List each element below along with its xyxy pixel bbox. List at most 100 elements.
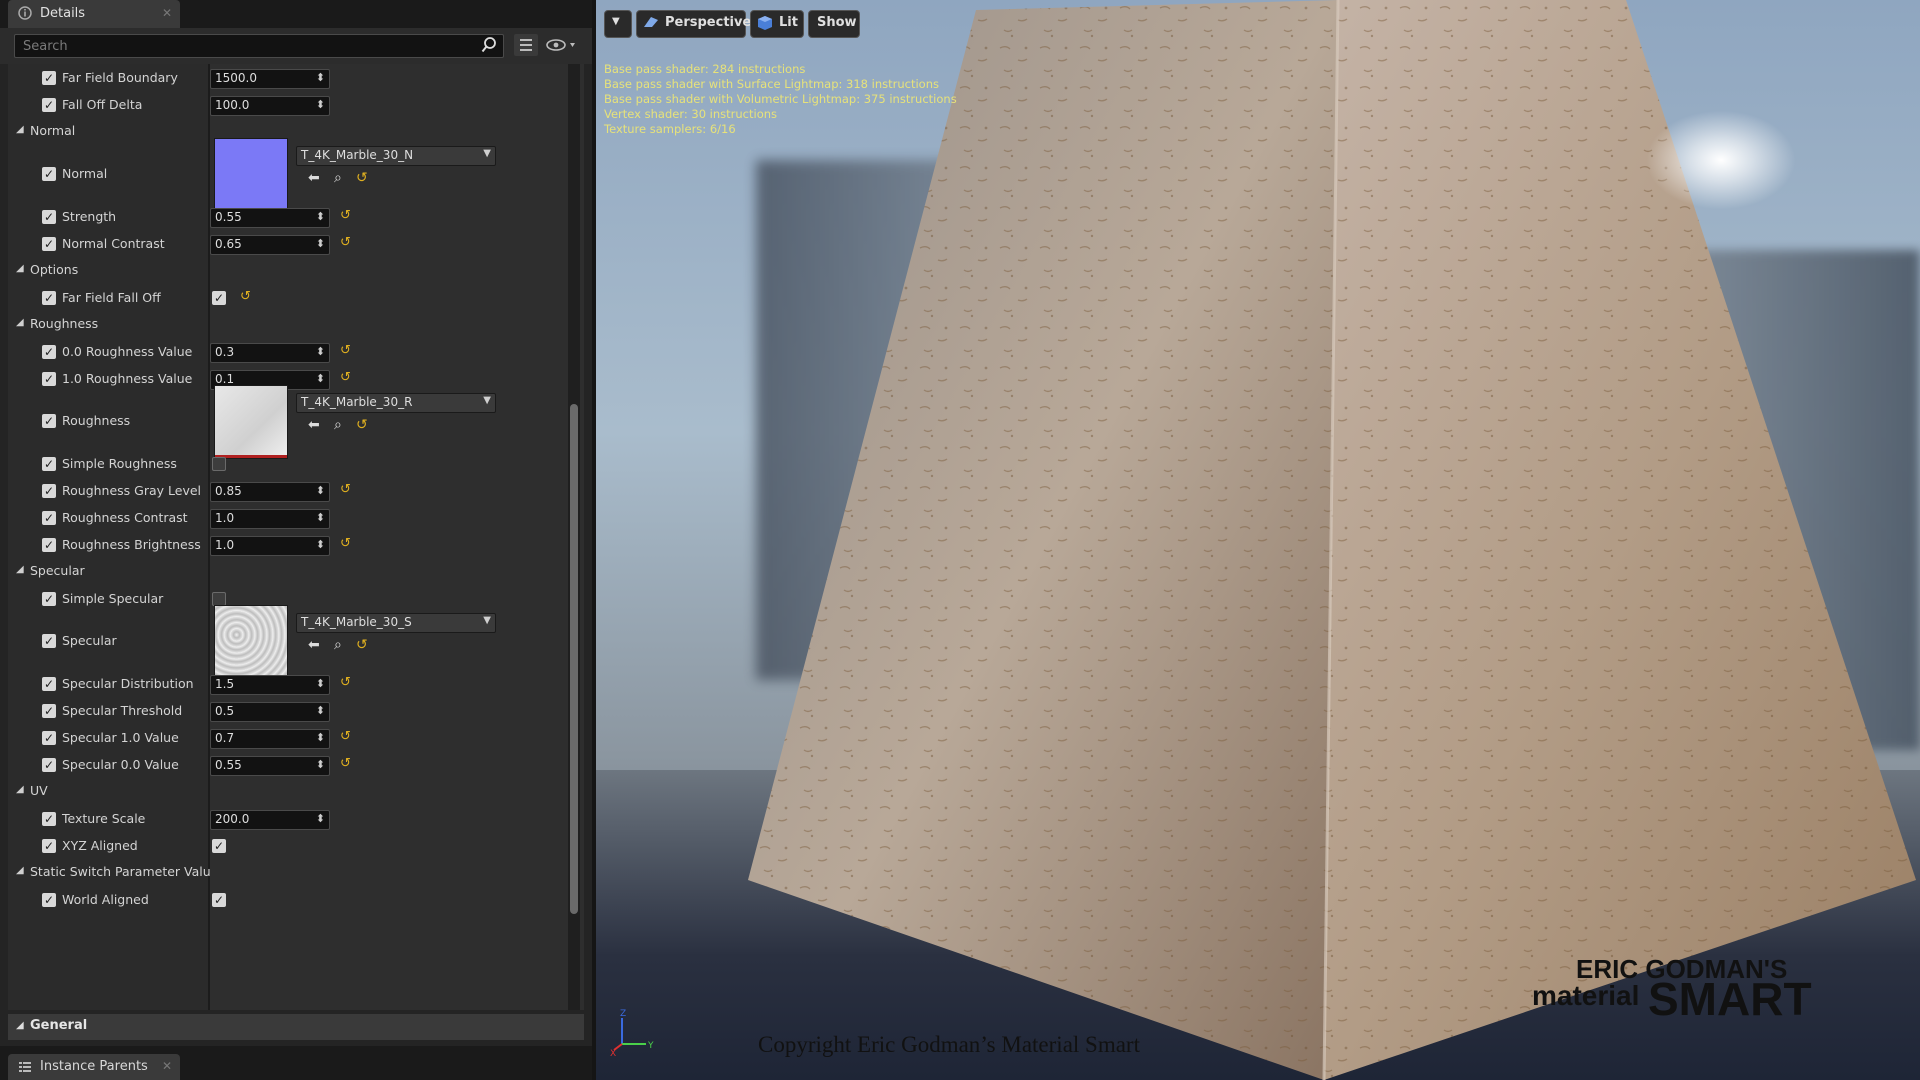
override-checkbox[interactable]: ✓ [42, 839, 56, 853]
override-checkbox[interactable]: ✓ [42, 677, 56, 691]
value-checkbox[interactable]: ✓ [212, 893, 226, 907]
override-checkbox[interactable]: ✓ [42, 511, 56, 525]
drag-handle-icon[interactable]: ⬍ [316, 98, 325, 111]
browse-search-icon[interactable]: ⌕ [334, 170, 342, 186]
collapse-arrow-icon[interactable]: ◢ [16, 124, 24, 135]
search-box[interactable] [14, 34, 504, 58]
lit-button[interactable]: Lit [750, 10, 804, 38]
override-checkbox[interactable]: ✓ [42, 291, 56, 305]
details-tab[interactable]: Details ✕ [8, 0, 180, 28]
value-checkbox[interactable]: ✓ [212, 839, 226, 853]
collapse-arrow-icon[interactable]: ◢ [16, 865, 24, 876]
use-selected-arrow-icon[interactable]: ⬅ [308, 170, 320, 186]
override-checkbox[interactable]: ✓ [42, 414, 56, 428]
drag-handle-icon[interactable]: ⬍ [316, 71, 325, 84]
show-button[interactable]: Show [808, 10, 860, 38]
texture-asset-picker[interactable]: T_4K_Marble_30_N ▼ [296, 146, 496, 166]
override-checkbox[interactable]: ✓ [42, 457, 56, 471]
drag-handle-icon[interactable]: ⬍ [316, 812, 325, 825]
category-roughness[interactable]: ◢ Roughness [8, 311, 566, 338]
reset-to-default-icon[interactable]: ↺ [356, 417, 368, 433]
override-checkbox[interactable]: ✓ [42, 210, 56, 224]
value-input[interactable]: 0.7 ⬍ [210, 729, 330, 749]
collapse-arrow-icon[interactable]: ◢ [16, 263, 24, 274]
override-checkbox[interactable]: ✓ [42, 345, 56, 359]
override-checkbox[interactable]: ✓ [42, 167, 56, 181]
texture-thumbnail[interactable] [214, 385, 288, 459]
browse-search-icon[interactable]: ⌕ [334, 637, 342, 653]
value-input[interactable]: 0.85 ⬍ [210, 482, 330, 502]
override-checkbox[interactable]: ✓ [42, 538, 56, 552]
reset-to-default-icon[interactable]: ↺ [240, 289, 251, 304]
reset-to-default-icon[interactable]: ↺ [340, 756, 351, 771]
reset-to-default-icon[interactable]: ↺ [340, 208, 351, 223]
override-checkbox[interactable]: ✓ [42, 237, 56, 251]
reset-to-default-icon[interactable]: ↺ [340, 370, 351, 385]
search-icon[interactable] [481, 36, 497, 54]
texture-thumbnail[interactable] [214, 605, 288, 679]
override-checkbox[interactable]: ✓ [42, 372, 56, 386]
value-input[interactable]: 0.55 ⬍ [210, 756, 330, 776]
drag-handle-icon[interactable]: ⬍ [316, 731, 325, 744]
viewport-options-button[interactable]: ▼ [604, 10, 632, 38]
drag-handle-icon[interactable]: ⬍ [316, 210, 325, 223]
collapse-arrow-icon[interactable]: ◢ [16, 317, 24, 328]
drag-handle-icon[interactable]: ⬍ [316, 538, 325, 551]
close-tab-icon[interactable]: ✕ [162, 1059, 172, 1073]
category-general[interactable]: ◢ General [8, 1014, 584, 1040]
view-options-button[interactable] [544, 36, 580, 54]
collapse-arrow-icon[interactable]: ◢ [16, 564, 24, 575]
value-input[interactable]: 100.0 ⬍ [210, 96, 330, 116]
category-specular[interactable]: ◢ Specular [8, 558, 566, 585]
value-input[interactable]: 0.5 ⬍ [210, 702, 330, 722]
value-input[interactable]: 200.0 ⬍ [210, 810, 330, 830]
texture-asset-picker[interactable]: T_4K_Marble_30_S ▼ [296, 613, 496, 633]
close-tab-icon[interactable]: ✕ [162, 6, 172, 20]
value-input[interactable]: 1.0 ⬍ [210, 536, 330, 556]
value-input[interactable]: 0.65 ⬍ [210, 235, 330, 255]
reset-to-default-icon[interactable]: ↺ [340, 729, 351, 744]
override-checkbox[interactable]: ✓ [42, 98, 56, 112]
value-input[interactable]: 1.0 ⬍ [210, 509, 330, 529]
value-input[interactable]: 1.5 ⬍ [210, 675, 330, 695]
texture-thumbnail[interactable] [214, 138, 288, 212]
override-checkbox[interactable]: ✓ [42, 893, 56, 907]
collapse-arrow-icon[interactable]: ◢ [16, 784, 24, 795]
drag-handle-icon[interactable]: ⬍ [316, 484, 325, 497]
drag-handle-icon[interactable]: ⬍ [316, 511, 325, 524]
drag-handle-icon[interactable]: ⬍ [316, 372, 325, 385]
category-static-switch-parameter-valu[interactable]: ◢ Static Switch Parameter Valu [8, 859, 566, 886]
value-checkbox[interactable] [212, 457, 226, 471]
value-input[interactable]: 0.3 ⬍ [210, 343, 330, 363]
value-checkbox[interactable] [212, 592, 226, 606]
drag-handle-icon[interactable]: ⬍ [316, 345, 325, 358]
override-checkbox[interactable]: ✓ [42, 592, 56, 606]
value-input[interactable]: 1500.0 ⬍ [210, 69, 330, 89]
category-options[interactable]: ◢ Options [8, 257, 566, 284]
drag-handle-icon[interactable]: ⬍ [316, 758, 325, 771]
level-viewport[interactable]: ▼ Perspective Lit Show Base pass shader:… [596, 0, 1920, 1080]
use-selected-arrow-icon[interactable]: ⬅ [308, 417, 320, 433]
drag-handle-icon[interactable]: ⬍ [316, 704, 325, 717]
texture-asset-picker[interactable]: T_4K_Marble_30_R ▼ [296, 393, 496, 413]
override-checkbox[interactable]: ✓ [42, 704, 56, 718]
override-checkbox[interactable]: ✓ [42, 71, 56, 85]
reset-to-default-icon[interactable]: ↺ [356, 170, 368, 186]
override-checkbox[interactable]: ✓ [42, 634, 56, 648]
scrollbar-thumb[interactable] [570, 404, 578, 914]
use-selected-arrow-icon[interactable]: ⬅ [308, 637, 320, 653]
value-input[interactable]: 0.55 ⬍ [210, 208, 330, 228]
drag-handle-icon[interactable]: ⬍ [316, 677, 325, 690]
search-input[interactable] [21, 36, 465, 56]
perspective-button[interactable]: Perspective [636, 10, 751, 38]
value-checkbox[interactable]: ✓ [212, 291, 226, 305]
override-checkbox[interactable]: ✓ [42, 812, 56, 826]
reset-to-default-icon[interactable]: ↺ [340, 235, 351, 250]
override-checkbox[interactable]: ✓ [42, 758, 56, 772]
property-matrix-button[interactable] [514, 34, 538, 56]
override-checkbox[interactable]: ✓ [42, 731, 56, 745]
reset-to-default-icon[interactable]: ↺ [340, 482, 351, 497]
browse-search-icon[interactable]: ⌕ [334, 417, 342, 433]
instance-parents-tab[interactable]: Instance Parents ✕ [8, 1054, 180, 1080]
override-checkbox[interactable]: ✓ [42, 484, 56, 498]
